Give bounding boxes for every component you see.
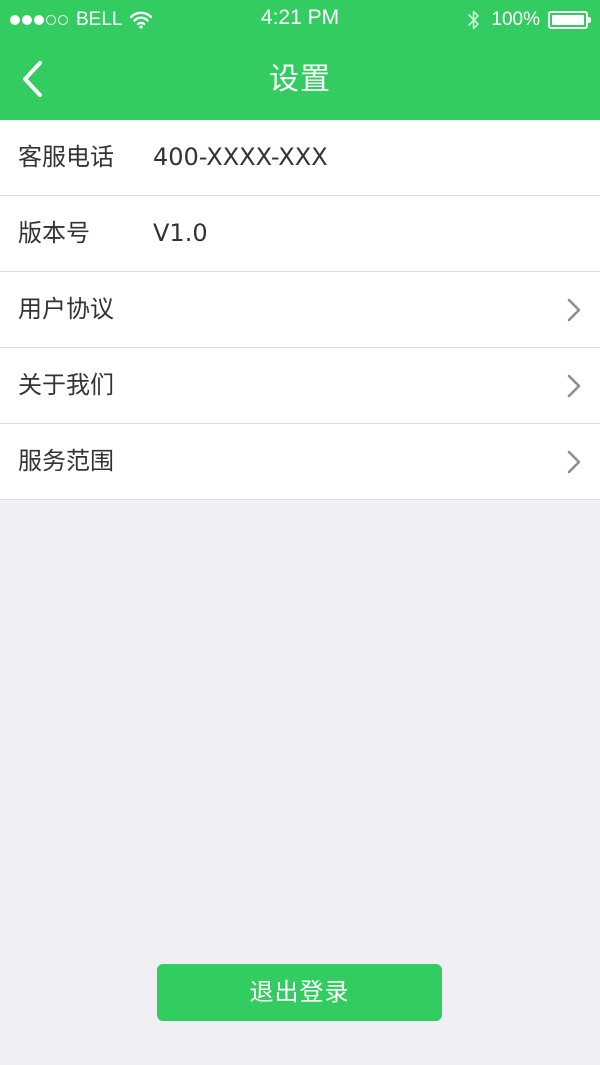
settings-row-version: 版本号 V1.0: [0, 196, 600, 272]
settings-row-about-us[interactable]: 关于我们: [0, 348, 600, 424]
page-title: 设置: [269, 62, 331, 97]
bluetooth-icon: [468, 10, 480, 30]
chevron-right-icon: [567, 450, 581, 474]
battery-percentage: 100%: [491, 9, 540, 30]
settings-row-hotline[interactable]: 客服电话 400-XXXX-XXX: [0, 120, 600, 196]
battery-icon: [548, 11, 591, 29]
status-right: 100%: [467, 8, 591, 32]
chevron-right-icon: [567, 298, 581, 322]
nav-bar: 设置: [0, 40, 600, 120]
hotline-value: 400-XXXX-XXX: [153, 143, 328, 171]
settings-row-service-area[interactable]: 服务范围: [0, 424, 600, 500]
chevron-right-icon: [567, 374, 581, 398]
battery-tip: [588, 17, 591, 23]
row-label: 用户协议: [18, 295, 114, 323]
battery-fill: [552, 15, 584, 25]
settings-list: 客服电话 400-XXXX-XXX 版本号 V1.0 用户协议 关于我们 服务范…: [0, 120, 600, 500]
header: BELL 4:21 PM 100% 设置: [0, 0, 600, 120]
row-label: 关于我们: [18, 371, 114, 399]
row-label: 服务范围: [18, 447, 114, 475]
row-label: 版本号: [18, 219, 90, 247]
version-value: V1.0: [153, 219, 208, 247]
settings-row-user-agreement[interactable]: 用户协议: [0, 272, 600, 348]
row-label: 客服电话: [18, 143, 114, 171]
logout-button[interactable]: 退出登录: [157, 964, 442, 1021]
status-bar: BELL 4:21 PM 100%: [0, 0, 600, 40]
